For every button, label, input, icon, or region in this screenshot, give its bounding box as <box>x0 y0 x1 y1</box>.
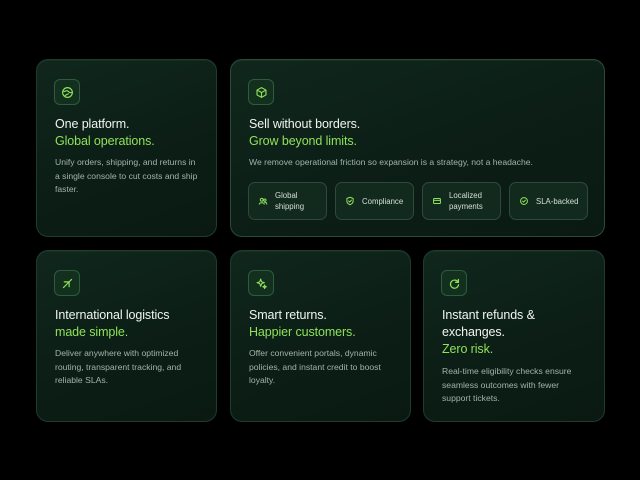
card-description: Deliver anywhere with optimized routing,… <box>55 348 182 385</box>
card-title: One platform. Global operations. <box>55 116 202 150</box>
title-accent: Happier customers. <box>249 325 356 339</box>
pill-label: Compliance <box>362 196 404 206</box>
title-line: One platform. <box>55 117 130 131</box>
card-description: Unify orders, shipping, and returns in a… <box>55 157 198 194</box>
refresh-icon <box>441 270 467 296</box>
pill-compliance[interactable]: Compliance <box>335 182 414 220</box>
card-description: Real-time eligibility checks ensure seam… <box>442 366 572 403</box>
card-icon <box>433 198 441 204</box>
pill-localized-payments[interactable]: Localized payments <box>422 182 501 220</box>
pill-global-shipping[interactable]: Global shipping <box>248 182 327 220</box>
pill-label: SLA-backed <box>536 196 579 206</box>
feature-card-international-logistics: International logistics made simple. Del… <box>36 250 217 422</box>
feature-card-one-platform: One platform. Global operations. Unify o… <box>36 59 217 237</box>
feature-card-smart-returns: Smart returns. Happier customers. Offer … <box>230 250 411 422</box>
sparkle-icon <box>248 270 274 296</box>
shield-icon <box>346 196 354 206</box>
title-line: Sell without borders. <box>249 117 361 131</box>
title-accent: made simple. <box>55 325 129 339</box>
card-description: Offer convenient portals, dynamic polici… <box>249 348 381 385</box>
title-line: exchanges. <box>442 325 505 339</box>
box-icon <box>248 79 274 105</box>
feature-grid: One platform. Global operations. Unify o… <box>0 0 640 480</box>
title-accent: Zero risk. <box>442 342 494 356</box>
title-line: Smart returns. <box>249 308 327 322</box>
feature-card-sell-without-borders: Sell without borders. Grow beyond limits… <box>230 59 605 237</box>
card-description: We remove operational friction so expans… <box>249 157 533 167</box>
plane-icon <box>54 270 80 296</box>
pill-label: Localized payments <box>449 191 483 211</box>
card-title: Smart returns. Happier customers. <box>249 307 396 341</box>
people-icon <box>258 197 268 205</box>
title-accent: Global operations. <box>55 134 155 148</box>
title-line: International logistics <box>55 308 170 322</box>
pill-sla-backed[interactable]: SLA-backed <box>509 182 588 220</box>
feature-card-instant-refunds: Instant refunds & exchanges. Zero risk. … <box>423 250 605 422</box>
feature-pills: Global shipping Compliance Localized pay… <box>248 182 588 220</box>
card-title: Sell without borders. Grow beyond limits… <box>249 116 590 150</box>
title-line: Instant refunds & <box>442 308 535 322</box>
card-title: International logistics made simple. <box>55 307 202 341</box>
card-title: Instant refunds & exchanges. Zero risk. <box>442 307 590 358</box>
globe-icon <box>54 79 80 105</box>
clock-check-icon <box>520 197 528 205</box>
title-accent: Grow beyond limits. <box>249 134 357 148</box>
pill-label: Global shipping <box>275 191 305 211</box>
